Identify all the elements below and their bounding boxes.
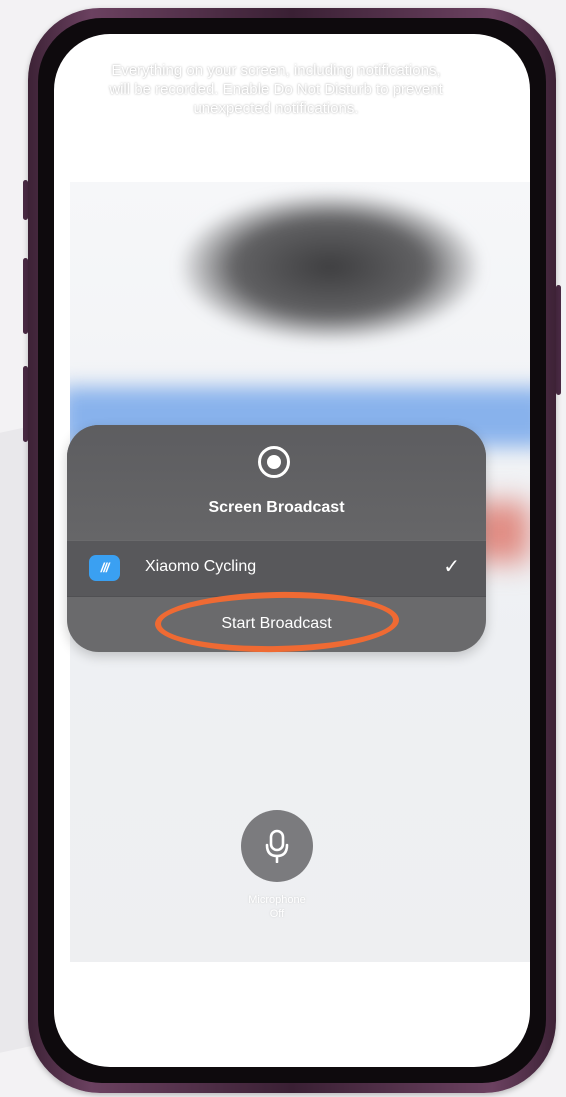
record-icon <box>258 446 290 478</box>
notice-line-1: Everything on your screen, including not… <box>111 62 441 79</box>
microphone-button[interactable] <box>241 810 313 882</box>
checkmark-icon: ✓ <box>443 556 460 578</box>
app-name: Xiaomo Cycling <box>145 558 257 575</box>
microphone-label: Microphone Off <box>227 893 327 921</box>
notice-line-2: will be recorded. Enable Do Not Disturb … <box>109 81 443 98</box>
panel-header: Screen Broadcast <box>67 425 486 540</box>
blur-dark-area <box>180 192 480 342</box>
power-button <box>556 285 561 395</box>
recording-notice: Everything on your screen, including not… <box>40 61 512 118</box>
microphone-label-line-2: Off <box>269 908 285 920</box>
panel-title: Screen Broadcast <box>208 499 345 516</box>
microphone-icon <box>265 829 289 863</box>
xiaomo-cycling-app-icon: /// <box>89 555 120 581</box>
app-option-xiaomo-cycling[interactable]: /// Xiaomo Cycling ✓ <box>67 541 486 596</box>
microphone-label-line-1: Microphone <box>248 894 306 906</box>
notice-line-3: unexpected notifications. <box>193 100 359 117</box>
